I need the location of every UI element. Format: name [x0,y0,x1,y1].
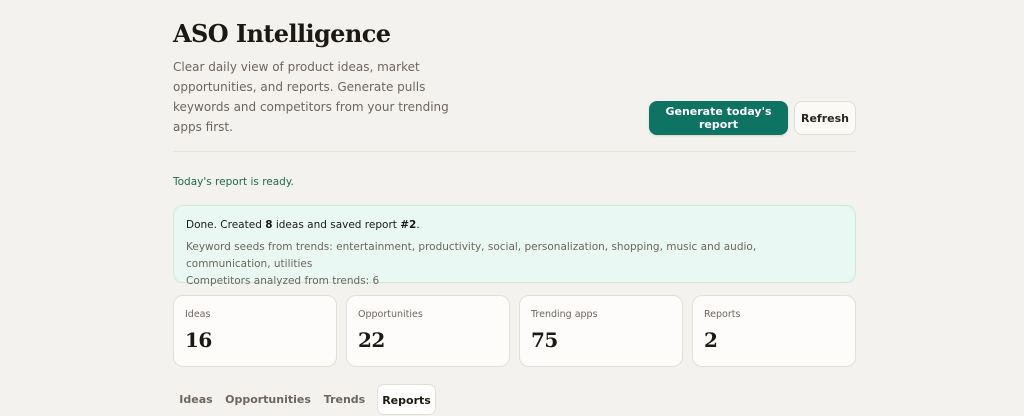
page-subtitle: Clear daily view of product ideas, marke… [173,60,449,134]
stat-value: 16 [185,328,212,352]
keyword-seeds-text: Keyword seeds from trends: entertainment… [186,241,757,270]
report-result-panel: Done. Created 8 ideas and saved report #… [173,205,856,287]
stat-label: Reports [704,309,741,320]
tab-trends[interactable]: Trends [318,384,371,415]
stat-label: Ideas [185,309,211,320]
generate-report-button[interactable]: Generate today's report [649,101,788,135]
tab-ideas[interactable]: Ideas [173,384,219,415]
competitors-text: Competitors analyzed from trends: 6 [186,275,380,287]
stat-value: 75 [531,328,558,352]
stat-value: 22 [358,328,385,352]
stat-card-opportunities: Opportunities 22 [346,295,510,367]
stat-card-trending-apps: Trending apps 75 [519,295,683,367]
stats-row: Ideas 16 Opportunities 22 Trending apps … [173,295,856,367]
page-title: ASO Intelligence [173,19,391,48]
stat-card-reports: Reports 2 [692,295,856,367]
result-summary: Done. Created 8 ideas and saved report #… [186,217,843,233]
tab-reports[interactable]: Reports [377,384,436,415]
stat-value: 2 [704,328,718,352]
stat-label: Trending apps [531,309,598,320]
header-divider [173,151,856,152]
stat-card-ideas: Ideas 16 [173,295,337,367]
result-report-id: #2 [400,219,417,231]
result-ideas-count: 8 [265,219,273,231]
report-status-text: Today's report is ready. [173,176,294,188]
stat-label: Opportunities [358,309,423,320]
refresh-button[interactable]: Refresh [794,101,856,135]
result-prefix: Done. Created [186,219,266,231]
result-suffix: . [416,219,420,231]
result-middle: ideas and saved report [272,219,401,231]
tab-opportunities[interactable]: Opportunities [225,384,311,415]
